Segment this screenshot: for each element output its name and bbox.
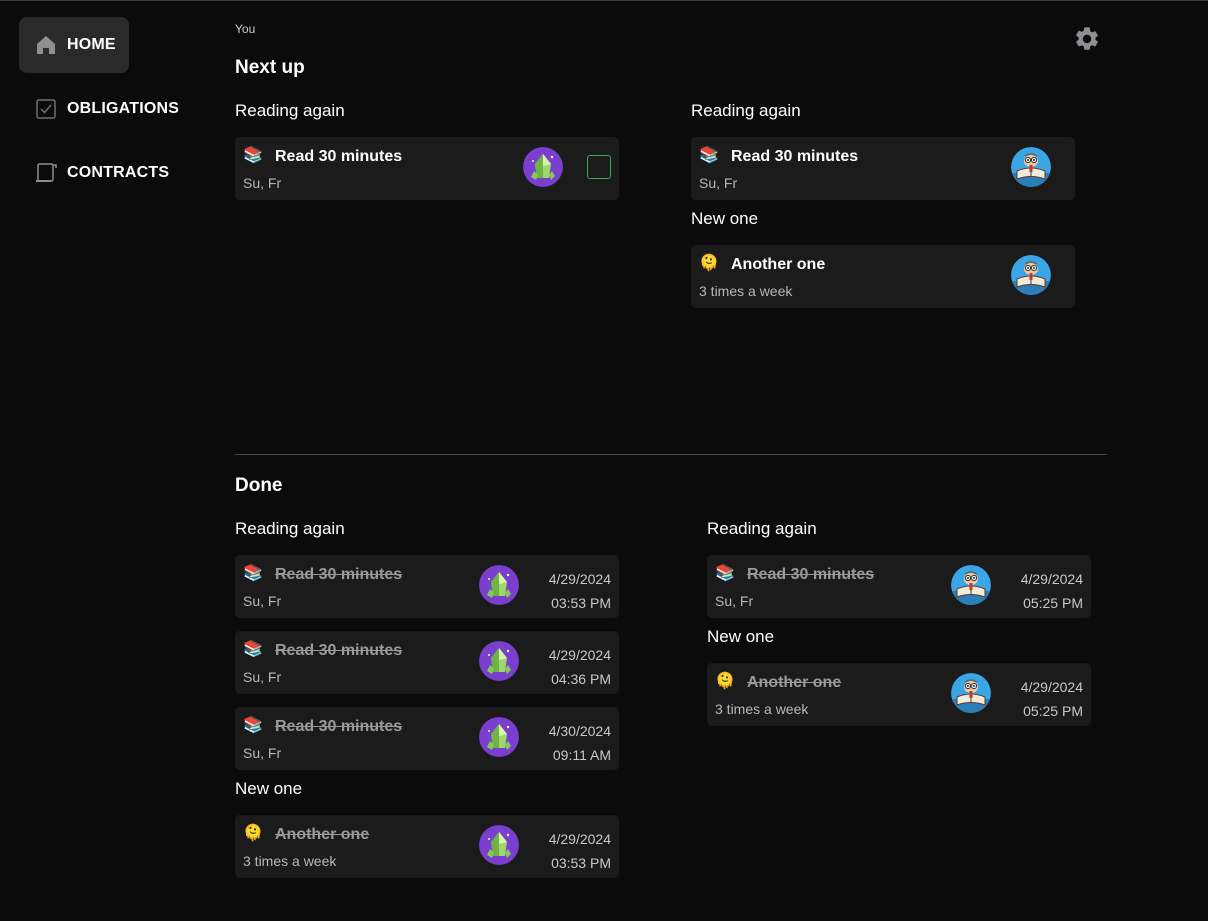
completed-timestamp: 4/29/2024 05:25 PM bbox=[1020, 679, 1083, 719]
complete-checkbox[interactable] bbox=[587, 155, 611, 179]
books-icon: 📚 bbox=[243, 717, 263, 734]
completed-timestamp: 4/29/2024 05:25 PM bbox=[1020, 571, 1083, 611]
completed-card[interactable]: 📚 Read 30 minutes Su, Fr 4/29/2024 03:53 … bbox=[235, 555, 619, 618]
crystal-avatar bbox=[479, 565, 519, 605]
group-title: New one bbox=[707, 627, 775, 646]
card-title: Read 30 minutes bbox=[275, 642, 403, 659]
sidebar-item-contracts[interactable]: CONTRACTS bbox=[19, 145, 189, 201]
card-schedule: Su, Fr bbox=[243, 745, 282, 761]
card-title: Another one bbox=[747, 674, 842, 691]
scroll-icon bbox=[35, 162, 57, 184]
done-right-column: Reading again 📚 Read 30 minutes Su, Fr 4… bbox=[707, 519, 1091, 739]
group-title: Reading again bbox=[707, 519, 817, 538]
obligation-card[interactable]: 🫠 Another one 3 times a week bbox=[691, 245, 1075, 308]
completed-timestamp: 4/30/2024 09:11 AM bbox=[548, 723, 611, 763]
completed-card[interactable]: 📚 Read 30 minutes Su, Fr 4/29/2024 04:36 … bbox=[235, 631, 619, 694]
group-title: Reading again bbox=[235, 101, 345, 120]
home-icon bbox=[35, 34, 57, 56]
card-title: Read 30 minutes bbox=[731, 148, 859, 165]
sidebar: HOME OBLIGATIONS CONTRACTS bbox=[19, 17, 189, 209]
reader-avatar bbox=[951, 565, 991, 605]
completed-card[interactable]: 🫠 Another one 3 times a week 4/29/2024 05… bbox=[707, 663, 1091, 726]
completed-card[interactable]: 📚 Read 30 minutes Su, Fr 4/29/2024 05:25 … bbox=[707, 555, 1091, 618]
card-title: Another one bbox=[275, 826, 370, 843]
checkbox-icon bbox=[35, 98, 57, 120]
card-schedule: Su, Fr bbox=[699, 175, 738, 191]
card-title: Read 30 minutes bbox=[275, 718, 403, 735]
group-title: New one bbox=[235, 779, 303, 798]
completed-card[interactable]: 📚 Read 30 minutes Su, Fr 4/30/2024 09:11 … bbox=[235, 707, 619, 770]
card-schedule: Su, Fr bbox=[243, 593, 282, 609]
card-title: Read 30 minutes bbox=[747, 566, 875, 583]
melting-face-icon: 🫠 bbox=[699, 255, 719, 272]
sidebar-item-label: OBLIGATIONS bbox=[67, 100, 180, 117]
group-title: Reading again bbox=[235, 519, 345, 538]
card-schedule: 3 times a week bbox=[699, 283, 793, 299]
completed-timestamp: 4/29/2024 03:53 PM bbox=[548, 831, 611, 871]
card-schedule: Su, Fr bbox=[243, 669, 282, 685]
books-icon: 📚 bbox=[243, 565, 263, 582]
sidebar-item-label: CONTRACTS bbox=[67, 164, 170, 181]
card-schedule: 3 times a week bbox=[715, 701, 809, 717]
completed-timestamp: 4/29/2024 04:36 PM bbox=[548, 647, 611, 687]
sidebar-item-label: HOME bbox=[67, 36, 116, 53]
card-schedule: 3 times a week bbox=[243, 853, 337, 869]
reader-avatar bbox=[951, 673, 991, 713]
next-up-title: Next up bbox=[235, 57, 305, 78]
completed-timestamp: 4/29/2024 03:53 PM bbox=[548, 571, 611, 611]
card-title: Read 30 minutes bbox=[275, 148, 403, 165]
done-left-column: Reading again 📚 Read 30 minutes Su, Fr 4… bbox=[235, 519, 619, 891]
group-title: New one bbox=[691, 209, 759, 228]
next-up-right-column: Reading again 📚 Read 30 minutes Su, Fr N… bbox=[691, 101, 1075, 321]
crystal-avatar bbox=[479, 825, 519, 865]
reader-avatar bbox=[1011, 147, 1051, 187]
melting-face-icon: 🫠 bbox=[715, 673, 735, 690]
crystal-avatar bbox=[479, 717, 519, 757]
books-icon: 📚 bbox=[243, 147, 263, 164]
user-label: You bbox=[235, 22, 256, 36]
books-icon: 📚 bbox=[715, 565, 735, 582]
crystal-avatar bbox=[479, 641, 519, 681]
next-up-left-column: Reading again 📚 Read 30 minutes Su, Fr bbox=[235, 101, 619, 213]
card-schedule: Su, Fr bbox=[243, 175, 282, 191]
card-schedule: Su, Fr bbox=[715, 593, 754, 609]
done-title: Done bbox=[235, 475, 283, 496]
completed-card[interactable]: 🫠 Another one 3 times a week 4/29/2024 03… bbox=[235, 815, 619, 878]
reader-avatar bbox=[1011, 255, 1051, 295]
books-icon: 📚 bbox=[243, 641, 263, 658]
card-title: Another one bbox=[731, 256, 826, 273]
obligation-card[interactable]: 📚 Read 30 minutes Su, Fr bbox=[235, 137, 619, 200]
card-title: Read 30 minutes bbox=[275, 566, 403, 583]
section-divider bbox=[235, 454, 1107, 455]
gear-icon[interactable] bbox=[1073, 25, 1101, 53]
group-title: Reading again bbox=[691, 101, 801, 120]
melting-face-icon: 🫠 bbox=[243, 825, 263, 842]
crystal-avatar bbox=[523, 147, 563, 187]
books-icon: 📚 bbox=[699, 147, 719, 164]
obligation-card[interactable]: 📚 Read 30 minutes Su, Fr bbox=[691, 137, 1075, 200]
sidebar-item-home[interactable]: HOME bbox=[19, 17, 129, 73]
sidebar-item-obligations[interactable]: OBLIGATIONS bbox=[19, 81, 189, 137]
